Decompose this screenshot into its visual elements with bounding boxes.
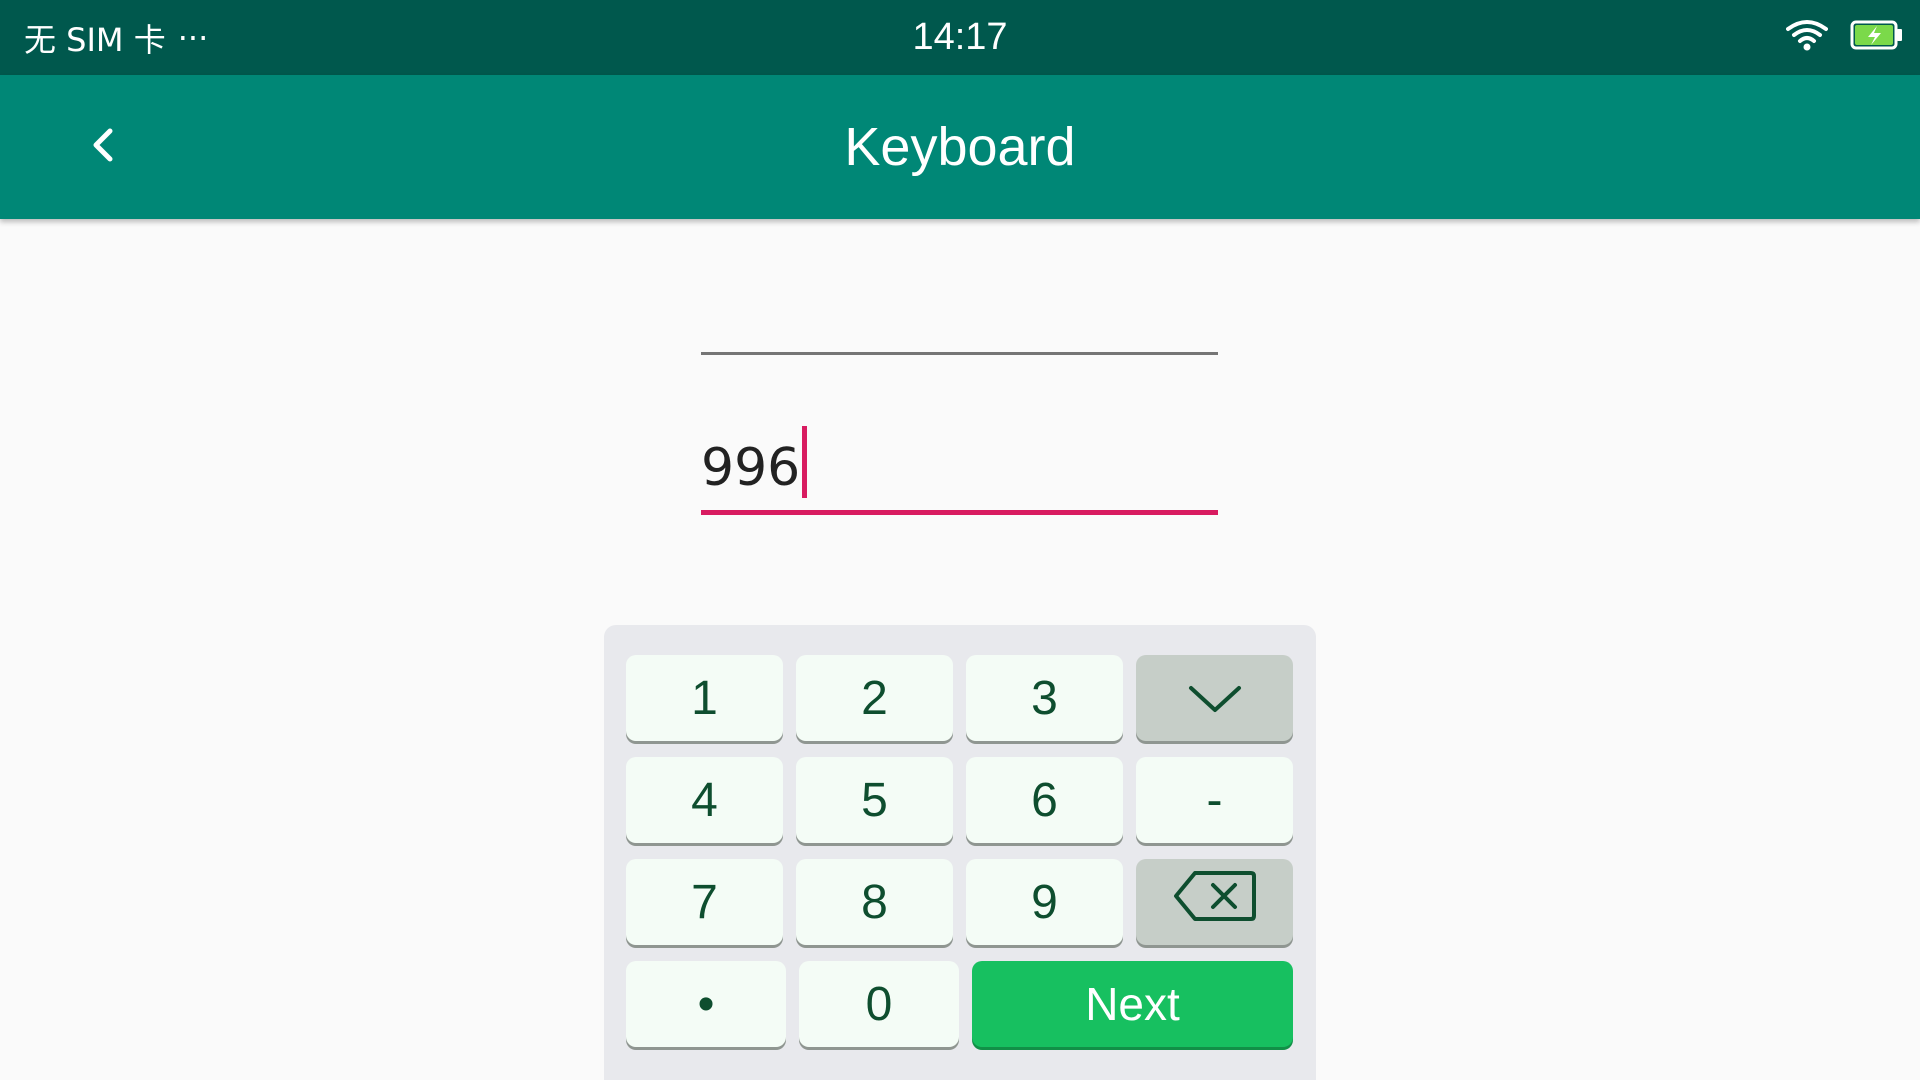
next-button[interactable]: Next xyxy=(972,961,1293,1047)
status-right xyxy=(1786,0,1904,75)
battery-charging-icon xyxy=(1850,20,1904,55)
numeric-keypad: 1 2 3 4 5 6 - 7 8 9 • 0 Next xyxy=(604,625,1316,1080)
backspace-button[interactable] xyxy=(1136,859,1293,945)
key-2[interactable]: 2 xyxy=(796,655,953,741)
page-title: Keyboard xyxy=(844,117,1076,177)
key-4[interactable]: 4 xyxy=(626,757,783,843)
key-6[interactable]: 6 xyxy=(966,757,1123,843)
status-time: 14:17 xyxy=(912,16,1008,58)
status-bar: 无 SIM 卡 ··· 14:17 xyxy=(0,0,1920,75)
text-cursor xyxy=(802,426,808,498)
key-9[interactable]: 9 xyxy=(966,859,1123,945)
key-1[interactable]: 1 xyxy=(626,655,783,741)
text-field-2-content: 996 xyxy=(701,426,808,498)
text-field-2[interactable]: 996 xyxy=(701,420,1218,515)
key-5[interactable]: 5 xyxy=(796,757,953,843)
chevron-down-icon xyxy=(1187,671,1243,726)
key-8[interactable]: 8 xyxy=(796,859,953,945)
key-3[interactable]: 3 xyxy=(966,655,1123,741)
key-minus[interactable]: - xyxy=(1136,757,1293,843)
backspace-icon xyxy=(1173,870,1257,934)
key-dot[interactable]: • xyxy=(626,961,786,1047)
app-bar: Keyboard xyxy=(0,75,1920,219)
key-7[interactable]: 7 xyxy=(626,859,783,945)
wifi-icon xyxy=(1786,19,1828,56)
collapse-keyboard-button[interactable] xyxy=(1136,655,1293,741)
text-field-1[interactable] xyxy=(701,280,1218,355)
key-0[interactable]: 0 xyxy=(799,961,959,1047)
text-field-2-value: 996 xyxy=(701,438,801,498)
